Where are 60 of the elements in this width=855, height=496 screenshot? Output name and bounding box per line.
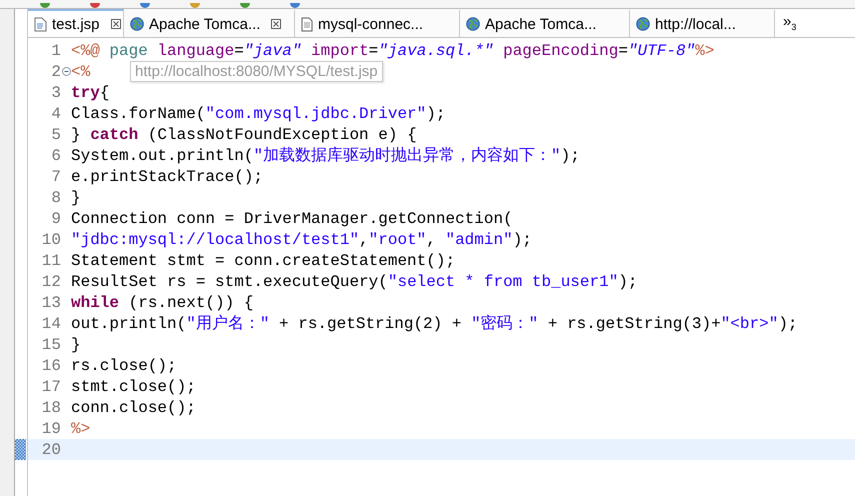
code-line: Class.forName("com.mysql.jdbc.Driver"); (71, 104, 446, 122)
code-line: while (rs.next()) { (71, 294, 254, 312)
code-line: } (71, 336, 81, 354)
close-icon[interactable] (271, 19, 282, 29)
line-number: 18 (42, 398, 61, 416)
line-number: 3 (51, 84, 61, 102)
globe-icon (130, 17, 144, 31)
line-number: 15 (42, 336, 61, 354)
file-icon (34, 16, 47, 32)
close-icon[interactable] (110, 19, 121, 29)
code-line: try{ (71, 84, 110, 102)
line-number: 6 (51, 146, 61, 164)
line-number: 17 (42, 378, 61, 396)
code-line: %> (71, 420, 90, 438)
collapse-icon[interactable] (62, 67, 71, 76)
line-number: 20 (42, 440, 61, 458)
toolbar-icon[interactable] (140, 3, 150, 8)
code-line: <%@ page language="java" import="java.sql.*" pageEncoding="UTF-8"%> (71, 42, 714, 60)
toolbar-icon[interactable] (40, 3, 50, 8)
editor-tab[interactable]: Apache Tomca... (124, 9, 295, 37)
line-number: 8 (51, 188, 61, 206)
tooltip: http://localhost:8080/MYSQL/test.jsp (130, 61, 383, 82)
code-line: e.printStackTrace(); (71, 168, 264, 186)
editor-tab[interactable]: Apache Tomca... (460, 9, 630, 37)
line-number: 9 (51, 210, 61, 228)
toolbar-icon[interactable] (290, 3, 300, 8)
code-line: stmt.close(); (71, 378, 196, 396)
toolbar-icon[interactable] (90, 3, 100, 8)
editor-tab[interactable]: http://local... (630, 9, 775, 37)
line-number: 16 (42, 356, 61, 374)
line-number: 5 (51, 126, 61, 144)
line-number: 7 (51, 168, 61, 186)
line-number: 12 (42, 272, 61, 290)
code-line: "jdbc:mysql://localhost/test1","root", "admin"); (71, 230, 532, 248)
line-number: 10 (42, 230, 61, 248)
code-line: conn.close(); (71, 398, 196, 416)
code-line: <% (71, 62, 90, 80)
code-line: ResultSet rs = stmt.executeQuery("select * from tb_user1"); (71, 272, 638, 290)
toolbar-icon[interactable] (190, 3, 200, 8)
globe-icon (636, 17, 650, 31)
code-line: Statement stmt = conn.createStatement(); (71, 252, 456, 270)
editor-tab[interactable]: mysql-connec... (295, 9, 460, 37)
editor-tab[interactable]: test.jsp (28, 9, 124, 37)
line-number: 14 (42, 314, 61, 332)
toolbar-icon[interactable] (240, 3, 250, 8)
line-number: 11 (42, 252, 61, 270)
line-number: 1 (51, 42, 61, 60)
code-line: } catch (ClassNotFoundException e) { (71, 126, 417, 144)
line-number: 19 (42, 420, 61, 438)
globe-icon (466, 17, 480, 31)
document-icon (301, 16, 313, 32)
code-line: rs.close(); (71, 356, 177, 374)
marker-icon (15, 439, 26, 460)
code-line: Connection conn = DriverManager.getConnection( (71, 210, 513, 228)
line-number: 13 (42, 294, 61, 312)
code-line: out.println("用户名：" + rs.getString(2) + "密码：" + rs.getString(3)+"<br>"); (71, 314, 798, 334)
code-line: } (71, 188, 81, 206)
line-number: 2 (51, 62, 61, 80)
code-line: System.out.println("加载数据库驱动时抛出异常，内容如下："); (71, 146, 580, 166)
line-number: 4 (51, 104, 61, 122)
